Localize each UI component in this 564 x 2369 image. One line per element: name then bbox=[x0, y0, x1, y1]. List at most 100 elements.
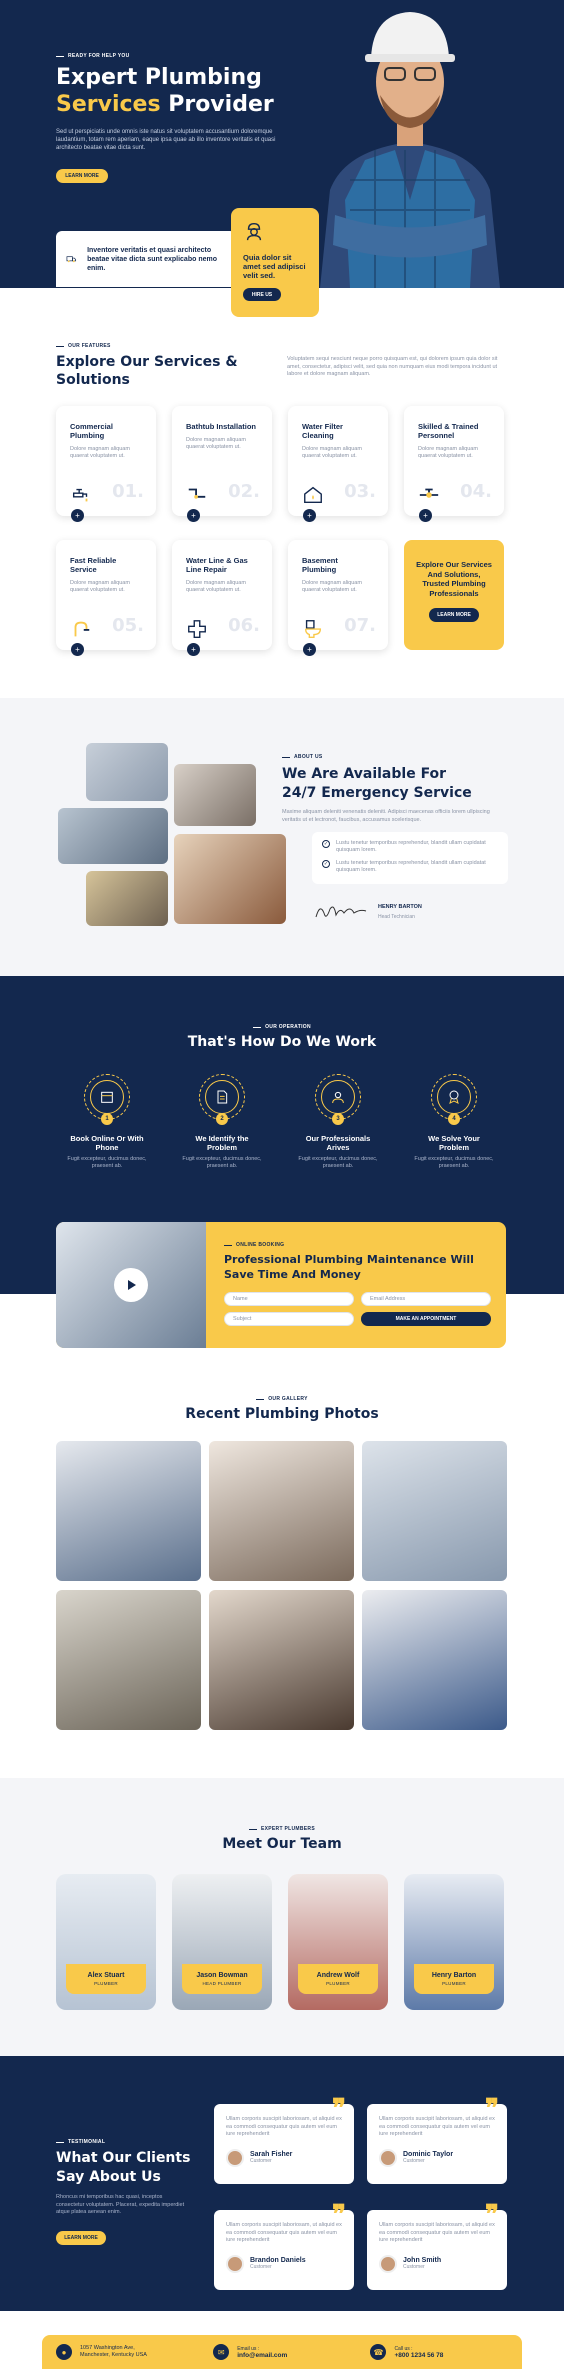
service-card[interactable]: Basement Plumbing Dolore magnam aliquam … bbox=[288, 540, 388, 656]
about-photo bbox=[174, 764, 256, 826]
testimonials-learn-more-button[interactable]: LEARN MORE bbox=[56, 2231, 106, 2245]
address-item: ● 1057 Washington Ave, Manchester, Kentu… bbox=[56, 2344, 213, 2360]
subject-input[interactable]: Subject bbox=[224, 1312, 354, 1326]
phone-item[interactable]: ☎ Call us : +800 1234 56 78 bbox=[370, 2344, 508, 2360]
team-member[interactable]: Henry Barton PLUMBER bbox=[404, 1874, 504, 2010]
about-person-role: Head Technician bbox=[378, 914, 415, 920]
about-tag: ABOUT US bbox=[282, 754, 323, 760]
service-title: Water Line & Gas Line Repair bbox=[186, 556, 248, 574]
email-value[interactable]: info@email.com bbox=[237, 2352, 287, 2359]
gallery-tag: OUR GALLERY bbox=[0, 1396, 564, 1402]
testimonials-tag: TESTIMONIAL bbox=[56, 2139, 105, 2145]
gallery-photo[interactable] bbox=[56, 1590, 201, 1730]
service-title: Bathtub Installation bbox=[186, 422, 256, 431]
member-name: Jason Bowman bbox=[196, 1972, 248, 1979]
make-appointment-button[interactable]: MAKE AN APPOINTMENT bbox=[361, 1312, 491, 1326]
process-tag: OUR OPERATION bbox=[0, 1024, 564, 1030]
member-name: Henry Barton bbox=[431, 1972, 477, 1979]
process-step: 4 We Solve Your Problem Fugit excepteur,… bbox=[414, 1074, 494, 1170]
about-person-name: HENRY BARTON bbox=[378, 904, 422, 910]
process-step: 3 Our Professionals Arives Fugit excepte… bbox=[298, 1074, 378, 1170]
service-text: Dolore magnam aliquam quaerat voluptatem… bbox=[70, 580, 130, 593]
plus-icon[interactable]: + bbox=[303, 509, 316, 522]
mail-icon: ✉ bbox=[213, 2344, 230, 2360]
service-card[interactable]: Fast Reliable Service Dolore magnam aliq… bbox=[56, 540, 156, 656]
gallery-photo[interactable] bbox=[362, 1441, 507, 1581]
plus-icon[interactable]: + bbox=[71, 509, 84, 522]
team-member[interactable]: Jason Bowman HEAD PLUMBER bbox=[172, 1874, 272, 2010]
hero-promo-card: Quia dolor sit amet sed adipisci velit s… bbox=[231, 208, 319, 317]
member-role: PLUMBER bbox=[326, 1981, 350, 1986]
gallery-photo[interactable] bbox=[362, 1590, 507, 1730]
step-title: Our Professionals Arives bbox=[305, 1134, 371, 1152]
step-title: Book Online Or With Phone bbox=[70, 1134, 144, 1152]
plus-icon[interactable]: + bbox=[303, 643, 316, 656]
hire-us-button[interactable]: HIRE US bbox=[243, 288, 281, 301]
step-title: We Identify the Problem bbox=[195, 1134, 249, 1152]
plus-icon[interactable]: + bbox=[419, 509, 432, 522]
play-button[interactable] bbox=[114, 1268, 148, 1302]
plus-icon[interactable]: + bbox=[187, 643, 200, 656]
team-member[interactable]: Alex Stuart PLUMBER bbox=[56, 1874, 156, 2010]
check-item: ✓ Lustu tenetur temporibus reprehendur, … bbox=[322, 840, 498, 854]
booking-video-thumbnail[interactable] bbox=[56, 1222, 206, 1348]
testimonials-title: What Our Clients Say About Us bbox=[56, 2150, 191, 2185]
gallery-photo[interactable] bbox=[209, 1590, 354, 1730]
about-photo bbox=[58, 808, 168, 864]
step-number: 4 bbox=[448, 1113, 460, 1125]
calendar-icon bbox=[101, 1091, 113, 1103]
member-role: PLUMBER bbox=[442, 1981, 466, 1986]
gallery-photo[interactable] bbox=[56, 1441, 201, 1581]
step-number: 2 bbox=[216, 1113, 228, 1125]
client-role: Customer bbox=[250, 2264, 272, 2270]
service-title: Commercial Plumbing bbox=[70, 422, 113, 440]
client-name: Sarah Fisher bbox=[250, 2151, 293, 2158]
client-role: Customer bbox=[250, 2158, 272, 2164]
name-input[interactable]: Name bbox=[224, 1292, 354, 1306]
email-input[interactable]: Email Address bbox=[361, 1292, 491, 1306]
about-checklist-card: ✓ Lustu tenetur temporibus reprehendur, … bbox=[312, 832, 508, 884]
service-card[interactable]: Water Line & Gas Line Repair Dolore magn… bbox=[172, 540, 272, 656]
service-text: Dolore magnam aliquam quaerat voluptatem… bbox=[302, 446, 362, 459]
hero-tag: READY FOR HELP YOU bbox=[56, 53, 130, 59]
services-tag: OUR FEATURES bbox=[56, 343, 111, 349]
team-member[interactable]: Andrew Wolf PLUMBER bbox=[288, 1874, 388, 2010]
hero-learn-more-button[interactable]: LEARN MORE bbox=[56, 169, 108, 183]
service-number: 05. bbox=[112, 615, 144, 636]
email-item[interactable]: ✉ Email us : info@email.com bbox=[213, 2344, 370, 2360]
team-tag: EXPERT PLUMBERS bbox=[0, 1826, 564, 1832]
location-icon: ● bbox=[56, 2344, 72, 2360]
service-title: Water Filter Cleaning bbox=[302, 422, 343, 440]
check-text: Lustu tenetur temporibus reprehendur, bl… bbox=[336, 860, 486, 873]
service-card[interactable]: Water Filter Cleaning Dolore magnam aliq… bbox=[288, 406, 388, 522]
worker-icon bbox=[332, 1091, 344, 1104]
house-icon bbox=[304, 486, 322, 504]
plus-icon[interactable]: + bbox=[187, 509, 200, 522]
service-card[interactable]: Commercial Plumbing Dolore magnam aliqua… bbox=[56, 406, 156, 522]
quote-icon: ❞ bbox=[332, 2094, 346, 2124]
service-card[interactable]: Skilled & Trained Personnel Dolore magna… bbox=[404, 406, 504, 522]
services-desc: Voluptatem sequi nesciunt neque porro qu… bbox=[287, 356, 498, 377]
member-card: Alex Stuart PLUMBER bbox=[66, 1964, 146, 1994]
valve-icon bbox=[419, 488, 439, 498]
service-card[interactable]: Bathtub Installation Dolore magnam aliqu… bbox=[172, 406, 272, 522]
testimonial-card: ❞ Ullam corporis suscipit laboriosam, ut… bbox=[214, 2096, 354, 2184]
member-card: Jason Bowman HEAD PLUMBER bbox=[182, 1964, 262, 1994]
team-section: EXPERT PLUMBERS Meet Our Team Alex Stuar… bbox=[0, 1778, 564, 2056]
phone-value[interactable]: +800 1234 56 78 bbox=[394, 2352, 443, 2359]
check-item: ✓ Lustu tenetur temporibus reprehendur, … bbox=[322, 860, 498, 874]
testimonial-text: Ullam corporis suscipit laboriosam, ut a… bbox=[379, 2116, 495, 2137]
client-name: Dominic Taylor bbox=[403, 2151, 454, 2158]
service-number: 03. bbox=[344, 481, 376, 502]
avatar bbox=[379, 2148, 397, 2167]
gallery-photo[interactable] bbox=[209, 1441, 354, 1581]
testimonial-text: Ullam corporis suscipit laboriosam, ut a… bbox=[226, 2116, 342, 2137]
services-section: OUR FEATURES Explore Our Services & Solu… bbox=[0, 288, 564, 698]
toilet-icon bbox=[304, 620, 322, 638]
process-step: 2 We Identify the Problem Fugit excepteu… bbox=[182, 1074, 262, 1170]
plus-icon[interactable]: + bbox=[71, 643, 84, 656]
services-learn-more-button[interactable]: LEARN MORE bbox=[429, 608, 479, 622]
step-number: 3 bbox=[332, 1113, 344, 1125]
service-title: Skilled & Trained Personnel bbox=[418, 422, 479, 440]
hero-title: Expert Plumbing Services Provider bbox=[56, 65, 274, 117]
